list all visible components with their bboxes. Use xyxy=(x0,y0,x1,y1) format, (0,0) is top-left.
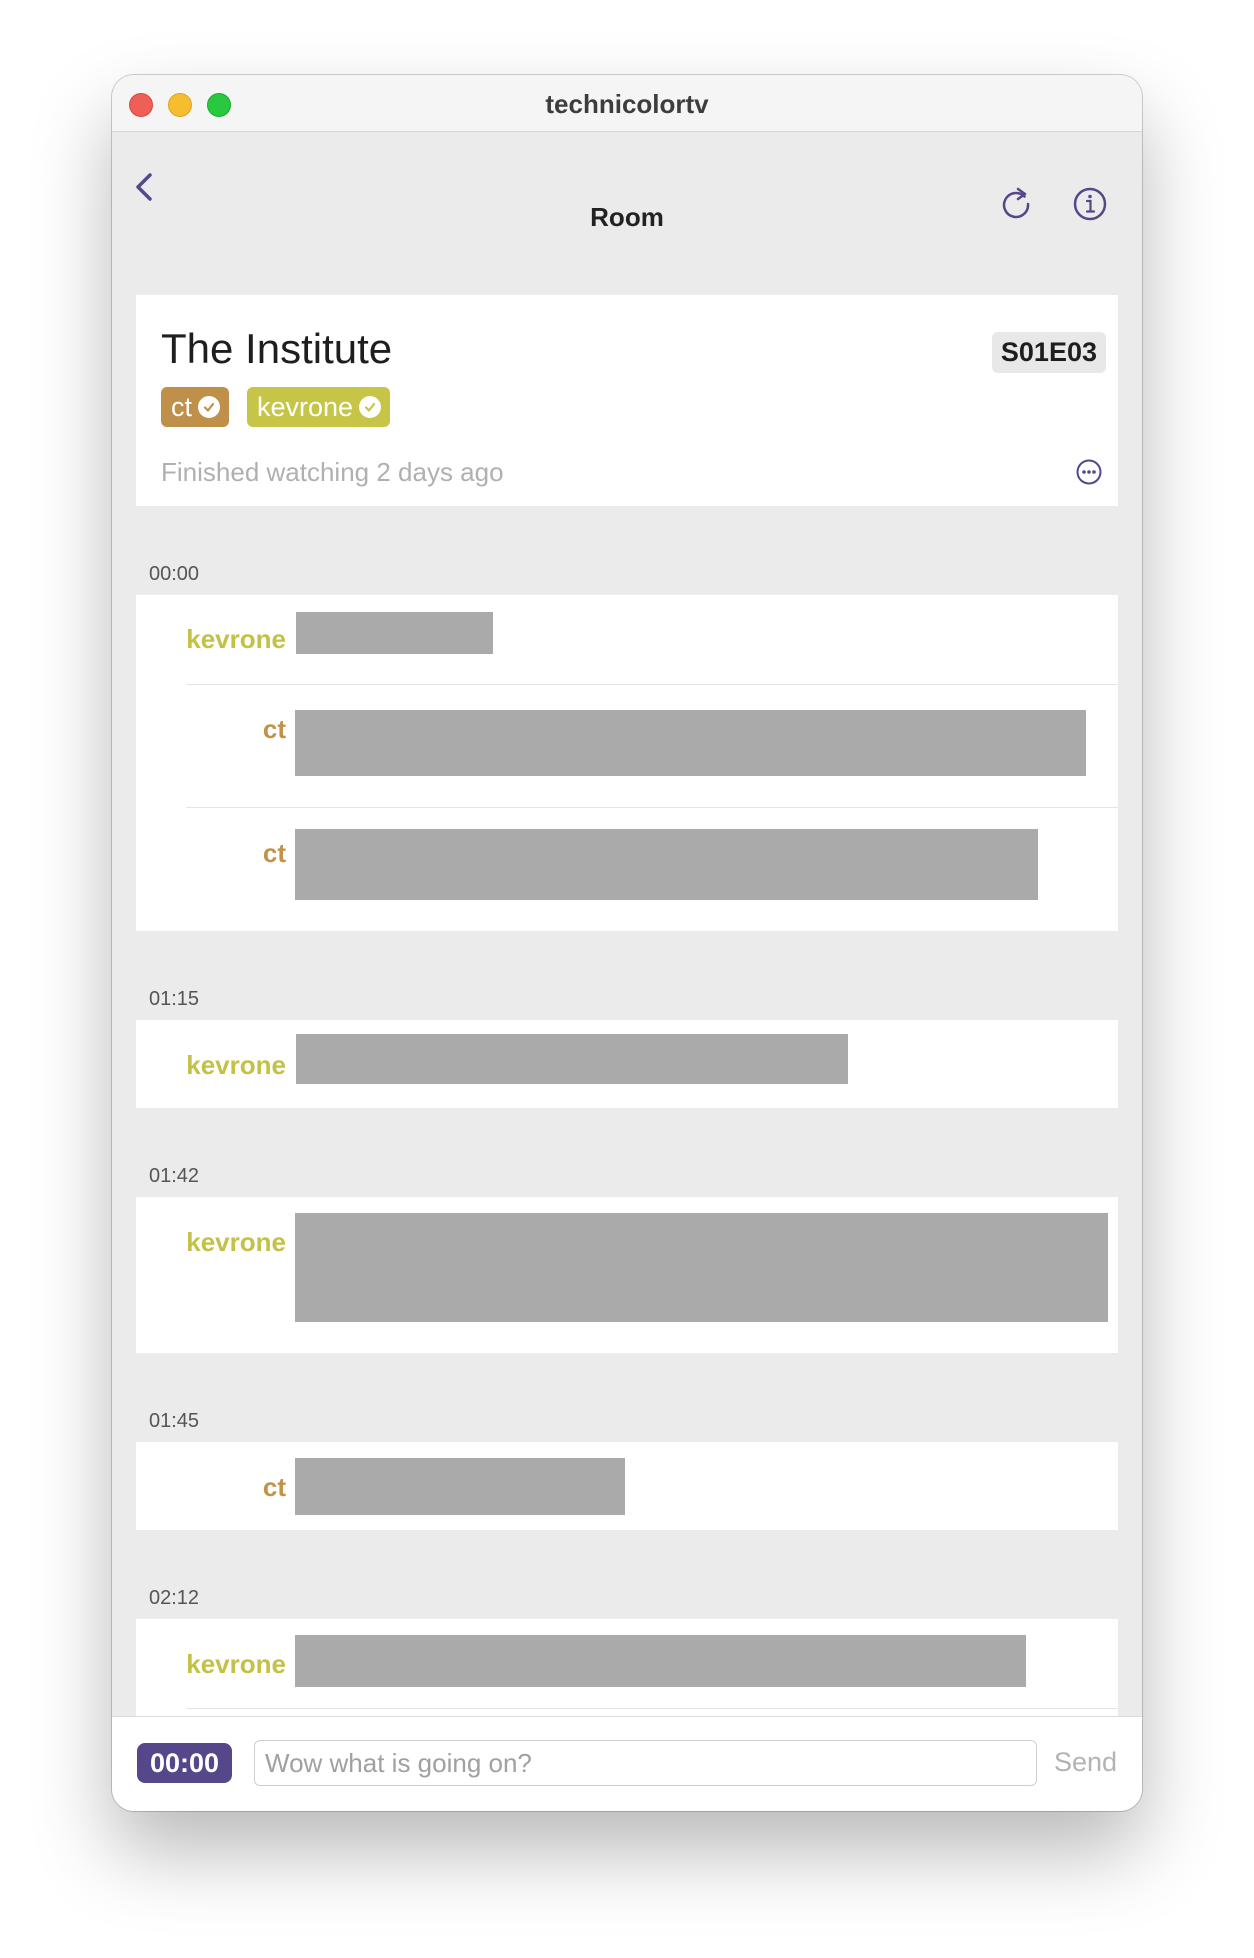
participant-name: ct xyxy=(171,392,193,422)
watch-status: Finished watching 2 days ago xyxy=(161,457,504,487)
back-button[interactable] xyxy=(130,167,160,207)
timestamp-label: 01:45 xyxy=(149,1410,200,1432)
refresh-icon xyxy=(1002,187,1030,219)
divider xyxy=(186,807,1118,808)
message-author: kevrone xyxy=(186,1050,286,1080)
message-group: kevrone xyxy=(136,1197,1118,1353)
chevron-left-icon xyxy=(136,173,152,201)
message-author: kevrone xyxy=(186,1227,286,1257)
current-time-button[interactable]: 00:00 xyxy=(137,1743,233,1783)
info-button[interactable] xyxy=(1070,184,1110,224)
participant-badge-kevrone[interactable]: kevrone xyxy=(247,387,391,427)
redacted-message xyxy=(295,710,1086,776)
refresh-button[interactable] xyxy=(996,184,1036,224)
check-circle-icon xyxy=(359,396,382,418)
app-window: technicolortv Room The Institute S01E03 … xyxy=(112,75,1142,1811)
participant-name: kevrone xyxy=(257,392,354,422)
message-group: kevrone ct ct xyxy=(136,595,1118,931)
timestamp-label: 00:00 xyxy=(149,563,200,585)
info-icon xyxy=(1073,187,1107,221)
divider xyxy=(186,1708,1118,1709)
redacted-message xyxy=(295,1213,1108,1322)
episode-badge: S01E03 xyxy=(991,332,1106,373)
show-header-card: The Institute S01E03 ct kevrone Finished… xyxy=(136,295,1118,506)
divider xyxy=(186,684,1118,685)
message-group: ct xyxy=(136,1442,1118,1530)
timestamp-label: 02:12 xyxy=(149,1587,200,1609)
page-title: Room xyxy=(590,202,664,232)
message-composer: 00:00 Send xyxy=(112,1716,1142,1811)
timestamp-label: 01:15 xyxy=(149,988,200,1010)
ellipsis-circle-icon xyxy=(1076,459,1102,485)
window-title: technicolortv xyxy=(545,89,709,119)
message-author: kevrone xyxy=(186,624,286,654)
redacted-message xyxy=(296,612,493,654)
message-author: ct xyxy=(262,714,286,744)
redacted-message xyxy=(295,1458,625,1515)
show-title: The Institute xyxy=(161,325,393,372)
title-bar: technicolortv xyxy=(112,75,1142,132)
send-button[interactable]: Send xyxy=(1054,1747,1117,1778)
message-author: ct xyxy=(262,1472,286,1502)
message-author: ct xyxy=(262,838,286,868)
timestamp-label: 01:42 xyxy=(149,1165,200,1187)
participant-badge-ct[interactable]: ct xyxy=(161,387,230,427)
redacted-message xyxy=(296,1034,848,1084)
more-options-button[interactable] xyxy=(1075,458,1103,486)
check-circle-icon xyxy=(198,396,221,418)
redacted-message xyxy=(295,1635,1026,1687)
redacted-message xyxy=(295,829,1038,900)
message-group: kevrone xyxy=(136,1020,1118,1108)
message-input[interactable] xyxy=(254,1740,1037,1786)
message-author: kevrone xyxy=(186,1649,286,1679)
